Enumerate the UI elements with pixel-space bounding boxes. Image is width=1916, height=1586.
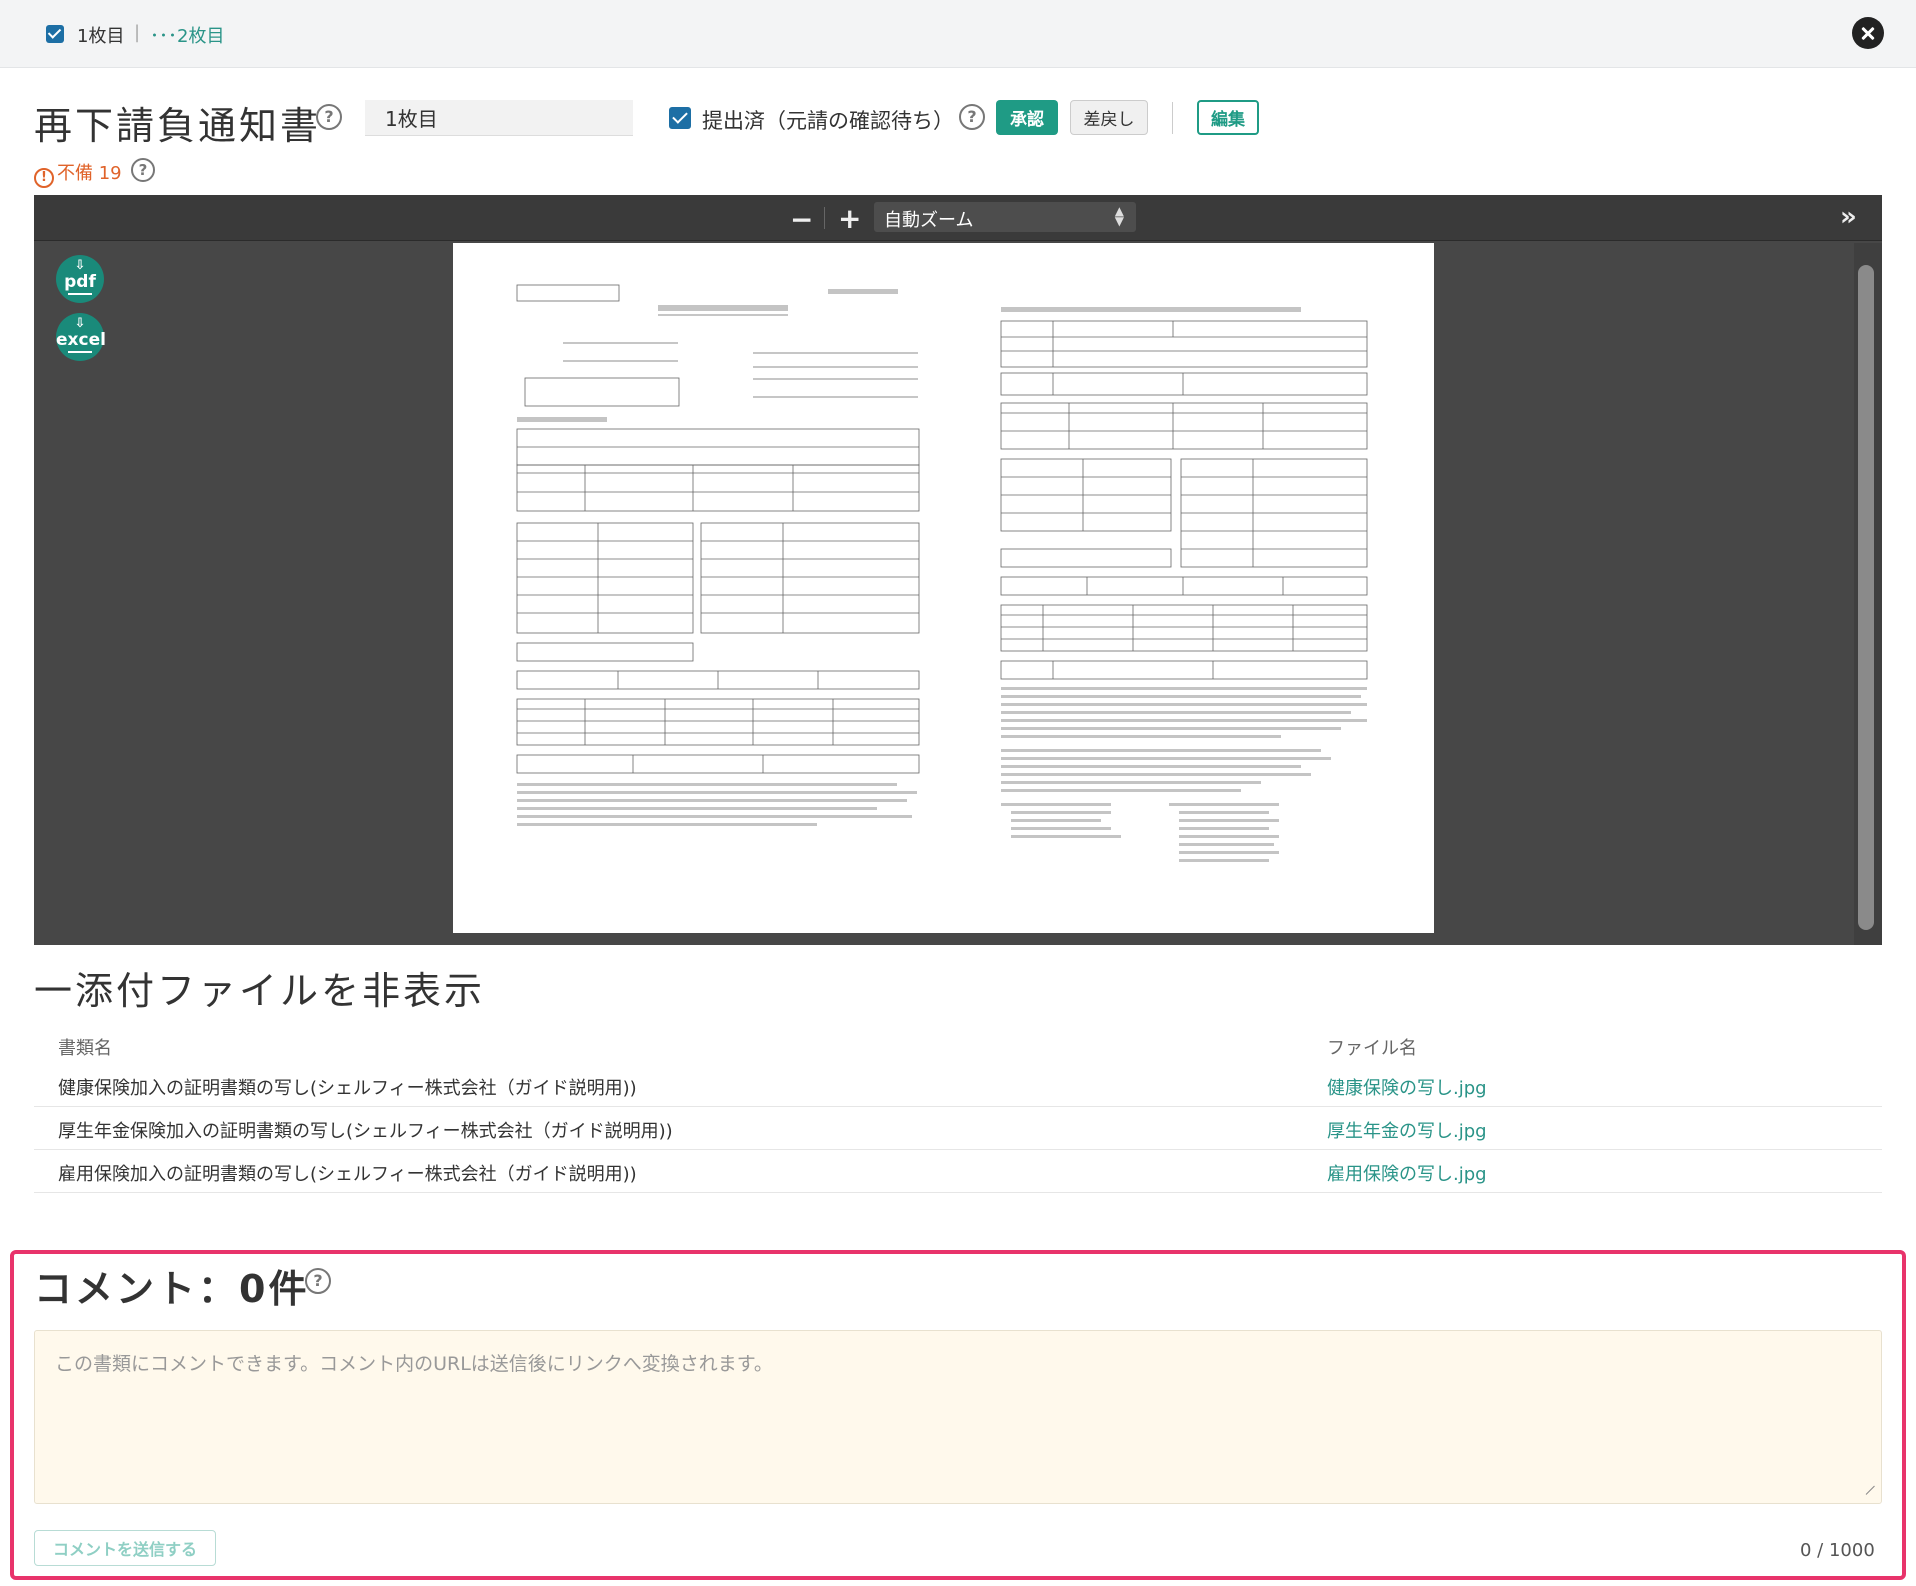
resize-handle-icon[interactable] xyxy=(1864,1486,1878,1500)
zoom-out-button[interactable]: − xyxy=(790,203,813,236)
viewer-scrollbar-thumb[interactable] xyxy=(1858,265,1874,930)
document-name: 健康保険加入の証明書類の写し(シェルフィー株式会社（ガイド説明用)) xyxy=(58,1078,637,1099)
sheet1-checkbox[interactable] xyxy=(46,25,64,43)
tab-sheet-2[interactable]: ･･･2枚目 xyxy=(150,22,224,48)
file-link[interactable]: 雇用保険の写し.jpg xyxy=(1327,1160,1487,1186)
deficiency-count: 不備 19 xyxy=(57,163,122,184)
submitted-status-label: 提出済（元請の確認待ち） xyxy=(702,109,954,133)
zoom-in-button[interactable]: + xyxy=(838,202,861,235)
page-title: 再下請負通知書 xyxy=(34,104,322,148)
character-counter: 0 / 1000 xyxy=(1800,1540,1875,1561)
comments-title: コメント：0件 xyxy=(34,1267,310,1311)
submitted-checkbox[interactable] xyxy=(669,107,691,129)
select-arrows-icon: ▲ ▼ xyxy=(1114,204,1124,228)
sidebar-toggle-icon[interactable]: » xyxy=(1840,202,1857,232)
comment-input[interactable] xyxy=(34,1330,1882,1504)
warning-icon: ! xyxy=(34,168,54,188)
document-page-preview xyxy=(453,243,1434,933)
help-icon[interactable]: ? xyxy=(316,104,342,130)
table-row: 厚生年金保険加入の証明書類の写し(シェルフィー株式会社（ガイド説明用)) 厚生年… xyxy=(34,1107,1882,1150)
close-icon[interactable] xyxy=(1852,17,1884,49)
approve-button[interactable]: 承認 xyxy=(996,100,1058,135)
excel-label: excel xyxy=(56,330,106,350)
pdf-label: pdf xyxy=(64,272,96,292)
comment-help-icon[interactable]: ? xyxy=(305,1268,331,1294)
deficiency-warning[interactable]: ! 不備 19 xyxy=(34,159,122,188)
document-name: 雇用保険加入の証明書類の写し(シェルフィー株式会社（ガイド説明用)) xyxy=(58,1164,637,1185)
file-link[interactable]: 健康保険の写し.jpg xyxy=(1327,1074,1487,1100)
zoom-select[interactable]: 自動ズーム ▲ ▼ xyxy=(874,202,1136,232)
pdf-viewer: − + 自動ズーム ▲ ▼ » ⇩ pdf ⇩ excel xyxy=(34,195,1882,945)
status-help-icon[interactable]: ? xyxy=(959,104,985,130)
zoom-separator xyxy=(824,207,825,229)
top-bar: 1枚目 | ･･･2枚目 xyxy=(0,0,1916,68)
return-button[interactable]: 差戻し xyxy=(1070,100,1148,135)
send-comment-button[interactable]: コメントを送信する xyxy=(34,1530,216,1566)
underline-decoration xyxy=(68,351,92,353)
edit-button[interactable]: 編集 xyxy=(1197,100,1259,135)
attachments-toggle[interactable]: 一添付ファイルを非表示 xyxy=(34,960,485,1015)
file-link[interactable]: 厚生年金の写し.jpg xyxy=(1327,1117,1487,1143)
download-arrow-icon: ⇩ xyxy=(74,258,86,273)
underline-decoration xyxy=(68,293,92,295)
viewer-toolbar: − + 自動ズーム ▲ ▼ » xyxy=(34,195,1882,241)
sheet-name-input[interactable] xyxy=(365,100,633,136)
tab-separator: | xyxy=(134,22,141,43)
document-form-image xyxy=(516,284,1368,862)
document-name: 厚生年金保険加入の証明書類の写し(シェルフィー株式会社（ガイド説明用)) xyxy=(58,1121,673,1142)
excel-download-button[interactable]: ⇩ excel xyxy=(56,313,106,361)
column-header-document: 書類名 xyxy=(58,1038,112,1059)
table-row: 健康保険加入の証明書類の写し(シェルフィー株式会社（ガイド説明用)) 健康保険の… xyxy=(34,1064,1882,1107)
zoom-select-value: 自動ズーム xyxy=(884,210,974,231)
header-divider xyxy=(1172,102,1173,134)
column-header-file: ファイル名 xyxy=(1327,1038,1417,1059)
warning-help-icon[interactable]: ? xyxy=(131,158,155,182)
download-arrow-icon: ⇩ xyxy=(74,316,86,331)
pdf-download-button[interactable]: ⇩ pdf xyxy=(56,255,104,303)
tab-sheet-1[interactable]: 1枚目 xyxy=(77,22,124,48)
table-row: 雇用保険加入の証明書類の写し(シェルフィー株式会社（ガイド説明用)) 雇用保険の… xyxy=(34,1150,1882,1193)
